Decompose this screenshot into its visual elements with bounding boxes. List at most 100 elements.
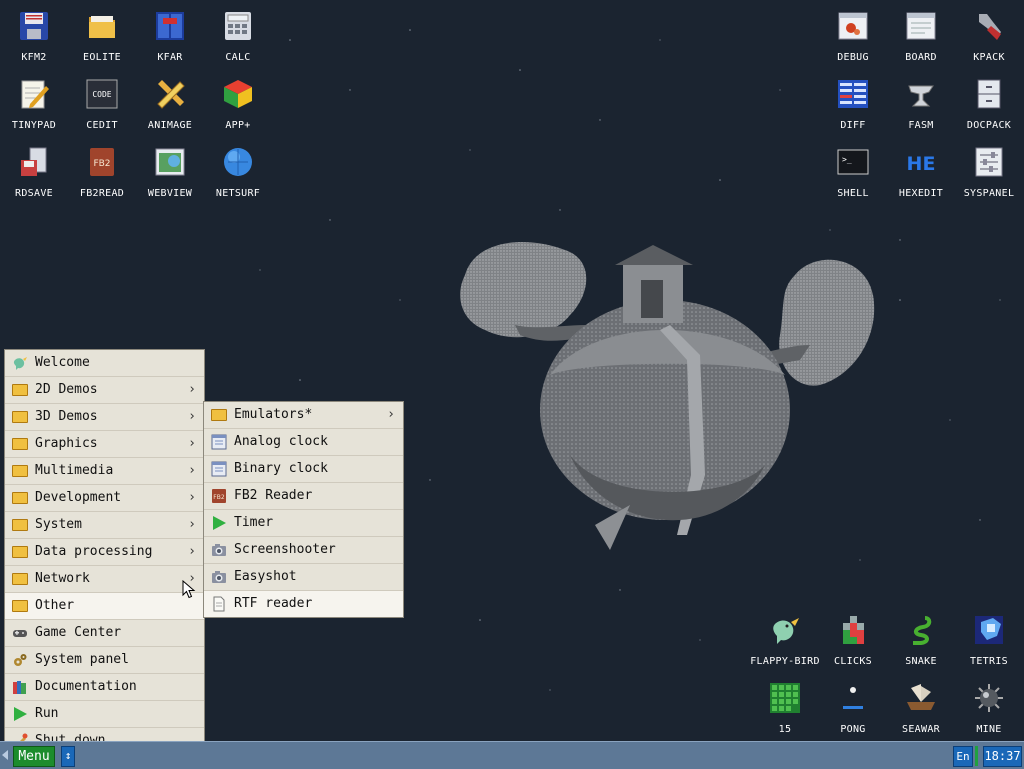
submenu-item-binary-clock[interactable]: Binary clock [204,456,403,483]
submenu-item-label: Emulators* [234,407,313,422]
desktop-icon-rdsave[interactable]: RDSAVE [0,138,68,202]
desktop-icon-webview[interactable]: WEBVIEW [136,138,204,202]
desktop-icon-fasm[interactable]: FASM [887,70,955,134]
floppy-icon [20,12,48,40]
ship-icon [907,684,935,710]
menu-item-label: Documentation [35,679,137,694]
menu-item-label: Multimedia [35,463,114,478]
menu-item-welcome[interactable]: Welcome [5,350,204,377]
submenu-item-easyshot[interactable]: Easyshot [204,564,403,591]
svg-text:>_: >_ [842,155,852,164]
menu-item-other[interactable]: Other [5,593,204,620]
desktop-icon-clicks[interactable]: CLICKS [819,606,887,670]
chevron-right-icon: › [188,409,196,424]
notepad-icon [21,80,49,109]
desktop-icon-snake[interactable]: SNAKE [887,606,955,670]
calculator-icon [225,12,251,40]
desktop-icon-seawar[interactable]: SEAWAR [887,674,955,738]
tetris-icon [975,616,1003,644]
menu-item-run[interactable]: Run [5,701,204,728]
desktop-icon-pong[interactable]: PONG [819,674,887,738]
submenu-item-screenshooter[interactable]: Screenshooter [204,537,403,564]
desktop-icon-kfar[interactable]: KFAR [136,2,204,66]
menu-item-system[interactable]: System › [5,512,204,539]
svg-text:FB2: FB2 [213,494,225,501]
desktop-icon-animage[interactable]: ANIMAGE [136,70,204,134]
desktop-icon-flappy-bird[interactable]: FLAPPY-BIRD [750,606,819,670]
mine-icon [975,684,1003,712]
desktop-icon-cedit[interactable]: CODE CEDIT [68,70,136,134]
menu-item-label: Development [35,490,122,505]
submenu-item-label: Analog clock [234,434,328,449]
menu-item-label: Data processing [35,544,153,559]
clock[interactable]: 18:37 [983,746,1022,767]
desktop-icon-netsurf[interactable]: NETSURF [204,138,272,202]
taskbar: Menu ↕ En 18:37 [0,741,1024,769]
blocks-icon [843,616,864,644]
submenu-item-label: Timer [234,515,274,530]
globe-icon [224,148,252,176]
submenu-item-emulators[interactable]: Emulators* › [204,402,403,429]
menu-item-multimedia[interactable]: Multimedia › [5,458,204,485]
planet-house-illustration [460,242,875,550]
desktop-icon-hexedit[interactable]: HE HEXEDIT [887,138,955,202]
desktop-icon-label: TETRIS [970,656,1008,667]
taskbar-toggle-button[interactable]: ↕ [61,746,75,767]
main-menu-button[interactable]: Menu [13,746,55,767]
svg-text:HE: HE [907,153,936,175]
menu-item-game-center[interactable]: Game Center [5,620,204,647]
menu-item-documentation[interactable]: Documentation [5,674,204,701]
folder-icon [12,571,28,587]
submenu-item-rtf-reader[interactable]: RTF reader [204,591,403,617]
desktop-icon-eolite[interactable]: EOLITE [68,2,136,66]
webview-icon [155,148,185,176]
desktop-icon-tetris[interactable]: TETRIS [955,606,1023,670]
menu-item-network[interactable]: Network › [5,566,204,593]
terminal-icon: >_ [837,149,869,175]
desktop-icon-docpack[interactable]: DOCPACK [955,70,1023,134]
submenu-item-timer[interactable]: Timer [204,510,403,537]
desktop-icon-app-plus[interactable]: APP+ [204,70,272,134]
diff-icon [838,80,868,108]
fb2-icon: FB2 [212,489,226,503]
desktop-icon-15[interactable]: 15 [751,674,819,738]
desktop-icon-fb2read[interactable]: FB2 FB2READ [68,138,136,202]
debug-icon [838,12,868,40]
bird-icon [13,357,27,370]
menu-item-3d-demos[interactable]: 3D Demos › [5,404,204,431]
menu-item-development[interactable]: Development › [5,485,204,512]
submenu-item-label: Easyshot [234,569,297,584]
submenu-item-label: Screenshooter [234,542,336,557]
menu-item-data-processing[interactable]: Data processing › [5,539,204,566]
desktop-icon-calc[interactable]: CALC [204,2,272,66]
desktop-icon-shell[interactable]: >_ SHELL [819,138,887,202]
menu-item-2d-demos[interactable]: 2D Demos › [5,377,204,404]
chevron-right-icon: › [188,544,196,559]
taskbar-scroll-left-icon[interactable] [2,750,8,760]
desktop-icon-kpack[interactable]: KPACK [955,2,1023,66]
menu-item-system-panel[interactable]: System panel [5,647,204,674]
desktop-icon-mine[interactable]: MINE [955,674,1023,738]
submenu-item-analog-clock[interactable]: Analog clock [204,429,403,456]
anvil-icon [908,85,934,107]
desktop-icon-syspanel[interactable]: SYSPANEL [955,138,1023,202]
folder-icon [12,517,28,533]
menu-item-label: Network [35,571,90,586]
submenu-item-fb2-reader[interactable]: FB2 FB2 Reader [204,483,403,510]
desktop-icon-board[interactable]: BOARD [887,2,955,66]
folder-icon [12,409,28,425]
menu-item-graphics[interactable]: Graphics › [5,431,204,458]
play-icon [14,707,27,721]
desktop-icon-tinypad[interactable]: TINYPAD [0,70,68,134]
kfar-icon [156,12,184,40]
desktop-icon-label: KPACK [973,52,1005,63]
camera-icon [212,571,226,583]
gamepad-icon [13,630,27,637]
keyboard-layout-button[interactable]: En [953,746,973,767]
grid-15-icon [770,683,800,713]
folder-icon [12,544,28,560]
desktop-icon-kfm2[interactable]: KFM2 [0,2,68,66]
desktop-icon-debug[interactable]: DEBUG [819,2,887,66]
desktop-icon-diff[interactable]: DIFF [819,70,887,134]
folder-icon [12,490,28,506]
